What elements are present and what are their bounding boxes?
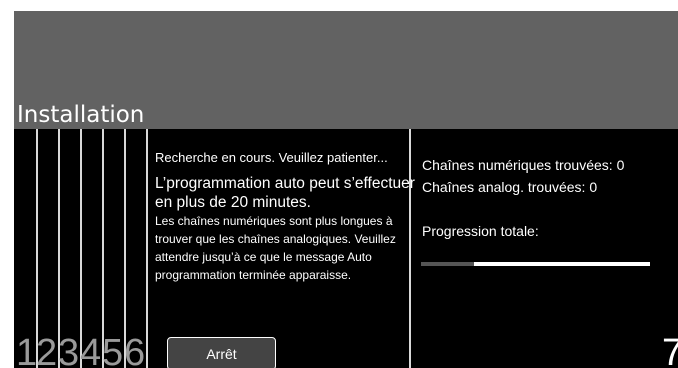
tv-screen: Installation 1 2 3 4 5 6 7 Recherche en … <box>14 11 678 368</box>
step-number-1: 1 <box>16 332 37 368</box>
page-title: Installation <box>17 102 145 128</box>
step-number-7: 7 <box>662 332 678 368</box>
step-number-6: 6 <box>124 332 145 368</box>
step-number-2: 2 <box>36 332 57 368</box>
step-divider <box>146 129 148 368</box>
step-number-4: 4 <box>80 332 101 368</box>
digital-channels-label: Chaînes numériques trouvées: <box>422 157 617 173</box>
duration-notice-text: L’programmation auto peut s’effectuer en… <box>155 175 415 211</box>
analog-channels-count: 0 <box>589 179 598 195</box>
progress-bar-fill <box>474 262 650 266</box>
analog-channels-label: Chaînes analog. trouvées: <box>422 179 590 195</box>
progress-bar <box>421 262 650 266</box>
stop-button[interactable]: Arrêt <box>167 337 276 368</box>
digital-channels-count: 0 <box>616 157 625 173</box>
progress-label: Progression totale: <box>422 223 539 239</box>
step-number-3: 3 <box>58 332 79 368</box>
analog-channels-found: Chaînes analog. trouvées: 0 <box>422 179 597 195</box>
installation-body: 1 2 3 4 5 6 7 Recherche en cours. Veuill… <box>14 129 678 368</box>
detail-text: Les chaînes numériques sont plus longues… <box>155 214 396 282</box>
step-number-5: 5 <box>102 332 123 368</box>
digital-channels-found: Chaînes numériques trouvées: 0 <box>422 157 624 173</box>
header-bar: Installation <box>14 11 678 129</box>
search-status-text: Recherche en cours. Veuillez patienter..… <box>155 150 388 165</box>
